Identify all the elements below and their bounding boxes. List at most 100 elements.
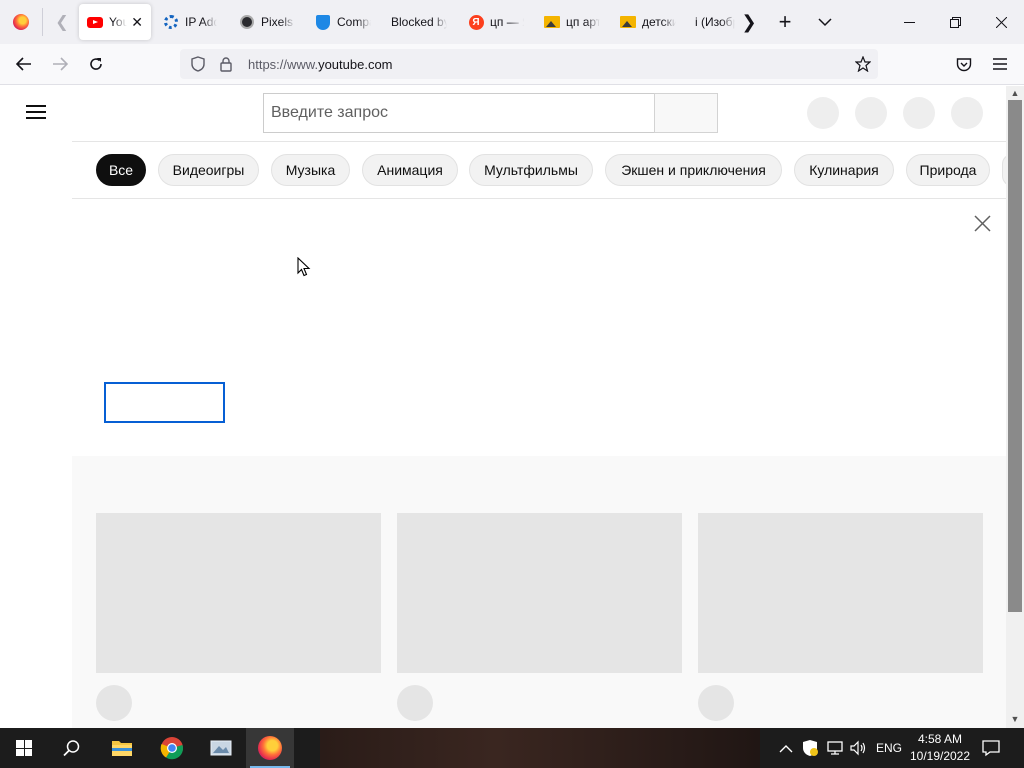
address-bar[interactable]: https://www.youtube.com (180, 49, 878, 79)
wallpaper-strip (320, 728, 760, 768)
youtube-page: Введите запрос Все Видеоигры Музыка Аним… (0, 86, 1006, 728)
tab-image-2[interactable]: детские (612, 4, 684, 40)
tab-blocked[interactable]: Blocked by (384, 4, 456, 40)
input-language-indicator[interactable]: ENG (876, 741, 902, 755)
tab-image-3[interactable]: i (Изобр (688, 4, 736, 40)
search-icon (63, 740, 80, 757)
chip-all[interactable]: Все (96, 154, 146, 186)
reload-button[interactable] (82, 50, 110, 78)
back-button[interactable] (10, 50, 38, 78)
restore-icon (949, 16, 961, 28)
network-tray-button[interactable] (826, 740, 844, 759)
search-button[interactable] (654, 93, 718, 133)
gear-icon (163, 14, 179, 30)
close-tab-icon[interactable]: ✕ (131, 14, 143, 30)
notifications-button[interactable] (982, 739, 1000, 760)
search-placeholder: Введите запрос (271, 104, 388, 121)
vertical-scrollbar[interactable]: ▲ ▼ (1006, 86, 1024, 728)
tab-title: IP Address (185, 15, 217, 29)
file-explorer-icon (112, 741, 132, 756)
back-arrow-icon (16, 57, 31, 71)
tab-image-1[interactable]: цп арт (536, 4, 608, 40)
close-window-button[interactable] (978, 0, 1024, 44)
scroll-up-arrow-icon[interactable]: ▲ (1006, 86, 1024, 100)
url-text[interactable]: https://www.youtube.com (248, 57, 393, 72)
close-icon (995, 16, 1007, 28)
chip-action-adventure[interactable]: Экшен и приключения (605, 154, 782, 186)
image-icon (544, 14, 560, 30)
scrollbar-thumb[interactable] (1008, 100, 1022, 612)
tab-title: цп арт (566, 15, 600, 29)
video-feed (72, 456, 1006, 728)
avatar-placeholder (96, 685, 132, 721)
avatar-placeholder (698, 685, 734, 721)
taskbar-search-button[interactable] (48, 728, 96, 768)
speaker-icon (850, 740, 866, 756)
tab-yandex[interactable]: Я цп — Яндекс (460, 4, 532, 40)
show-hidden-icons-button[interactable] (779, 740, 793, 756)
chip-animation[interactable]: Анимация (362, 154, 458, 186)
windows-security-icon (803, 740, 818, 756)
chrome-icon (160, 737, 184, 760)
chrome-button[interactable] (148, 728, 196, 768)
chevron-up-icon (779, 745, 793, 753)
lock-icon[interactable] (216, 54, 236, 74)
chevron-down-icon (818, 18, 832, 27)
tab-title: Compass (337, 15, 371, 29)
file-explorer-button[interactable] (98, 728, 146, 768)
app-button[interactable] (197, 728, 245, 768)
firefox-icon (258, 736, 282, 760)
chip-cooking[interactable]: Кулинария (794, 154, 894, 186)
video-thumbnail-placeholder[interactable] (96, 513, 381, 673)
video-thumbnail-placeholder[interactable] (698, 513, 983, 673)
guide-menu-button[interactable] (26, 105, 46, 119)
url-scheme: https://www. (248, 56, 319, 72)
chip-videogames[interactable]: Видеоигры (158, 154, 259, 186)
security-tray-button[interactable] (802, 739, 818, 760)
app-menu-button[interactable] (986, 50, 1014, 78)
search-input[interactable]: Введите запрос (263, 93, 655, 133)
placeholder-circle (807, 97, 839, 129)
pocket-icon (956, 57, 972, 71)
tab-compass[interactable]: Compass (307, 4, 377, 40)
chip-bar: Все Видеоигры Музыка Анимация Мультфильм… (72, 141, 1006, 199)
list-all-tabs-button[interactable] (813, 10, 837, 34)
avatar-placeholder (397, 685, 433, 721)
app-icon (210, 740, 232, 756)
clock-time: 4:58 AM (917, 732, 963, 746)
volume-tray-button[interactable] (850, 740, 868, 759)
new-tab-button[interactable]: + (773, 9, 797, 34)
placeholder-circle (951, 97, 983, 129)
tab-title: детские (642, 15, 676, 29)
banner-close-button[interactable] (971, 212, 993, 234)
tracking-protection-shield-icon[interactable] (188, 54, 208, 74)
pocket-button[interactable] (950, 50, 978, 78)
video-thumbnail-placeholder[interactable] (397, 513, 682, 673)
banner-action-button[interactable] (104, 382, 225, 423)
tab-scroll-right-button[interactable]: ❯ (737, 10, 761, 34)
firefox-view-button[interactable] (0, 0, 42, 44)
forward-button[interactable] (46, 50, 74, 78)
firefox-taskbar-button[interactable] (246, 728, 294, 768)
tab-title: Pixels (261, 15, 295, 29)
tab-scroll-left-button[interactable]: ❮ (50, 10, 74, 34)
restore-button[interactable] (932, 0, 978, 44)
tab-youtube[interactable]: YouTube ✕ (79, 4, 151, 40)
mouse-cursor-icon (297, 257, 311, 277)
start-button[interactable] (0, 728, 48, 768)
pixels-icon (239, 14, 255, 30)
tab-title: YouTube (109, 15, 127, 29)
windows-taskbar: ENG 4:58 AM 10/19/2022 (0, 728, 1024, 768)
tab-ip-address[interactable]: IP Address (155, 4, 225, 40)
scroll-down-arrow-icon[interactable]: ▼ (1006, 712, 1024, 726)
chip-music[interactable]: Музыка (271, 154, 350, 186)
bookmark-star-button[interactable] (849, 50, 877, 78)
taskbar-clock[interactable]: 4:58 AM 10/19/2022 (908, 731, 972, 765)
yandex-icon: Я (468, 14, 484, 30)
chip-nature[interactable]: Природа (906, 154, 990, 186)
clock-date: 10/19/2022 (909, 749, 971, 763)
minimize-button[interactable] (886, 0, 932, 44)
tab-pixels[interactable]: Pixels (231, 4, 303, 40)
chip-cartoons[interactable]: Мультфильмы (469, 154, 593, 186)
menu-icon (993, 58, 1007, 70)
